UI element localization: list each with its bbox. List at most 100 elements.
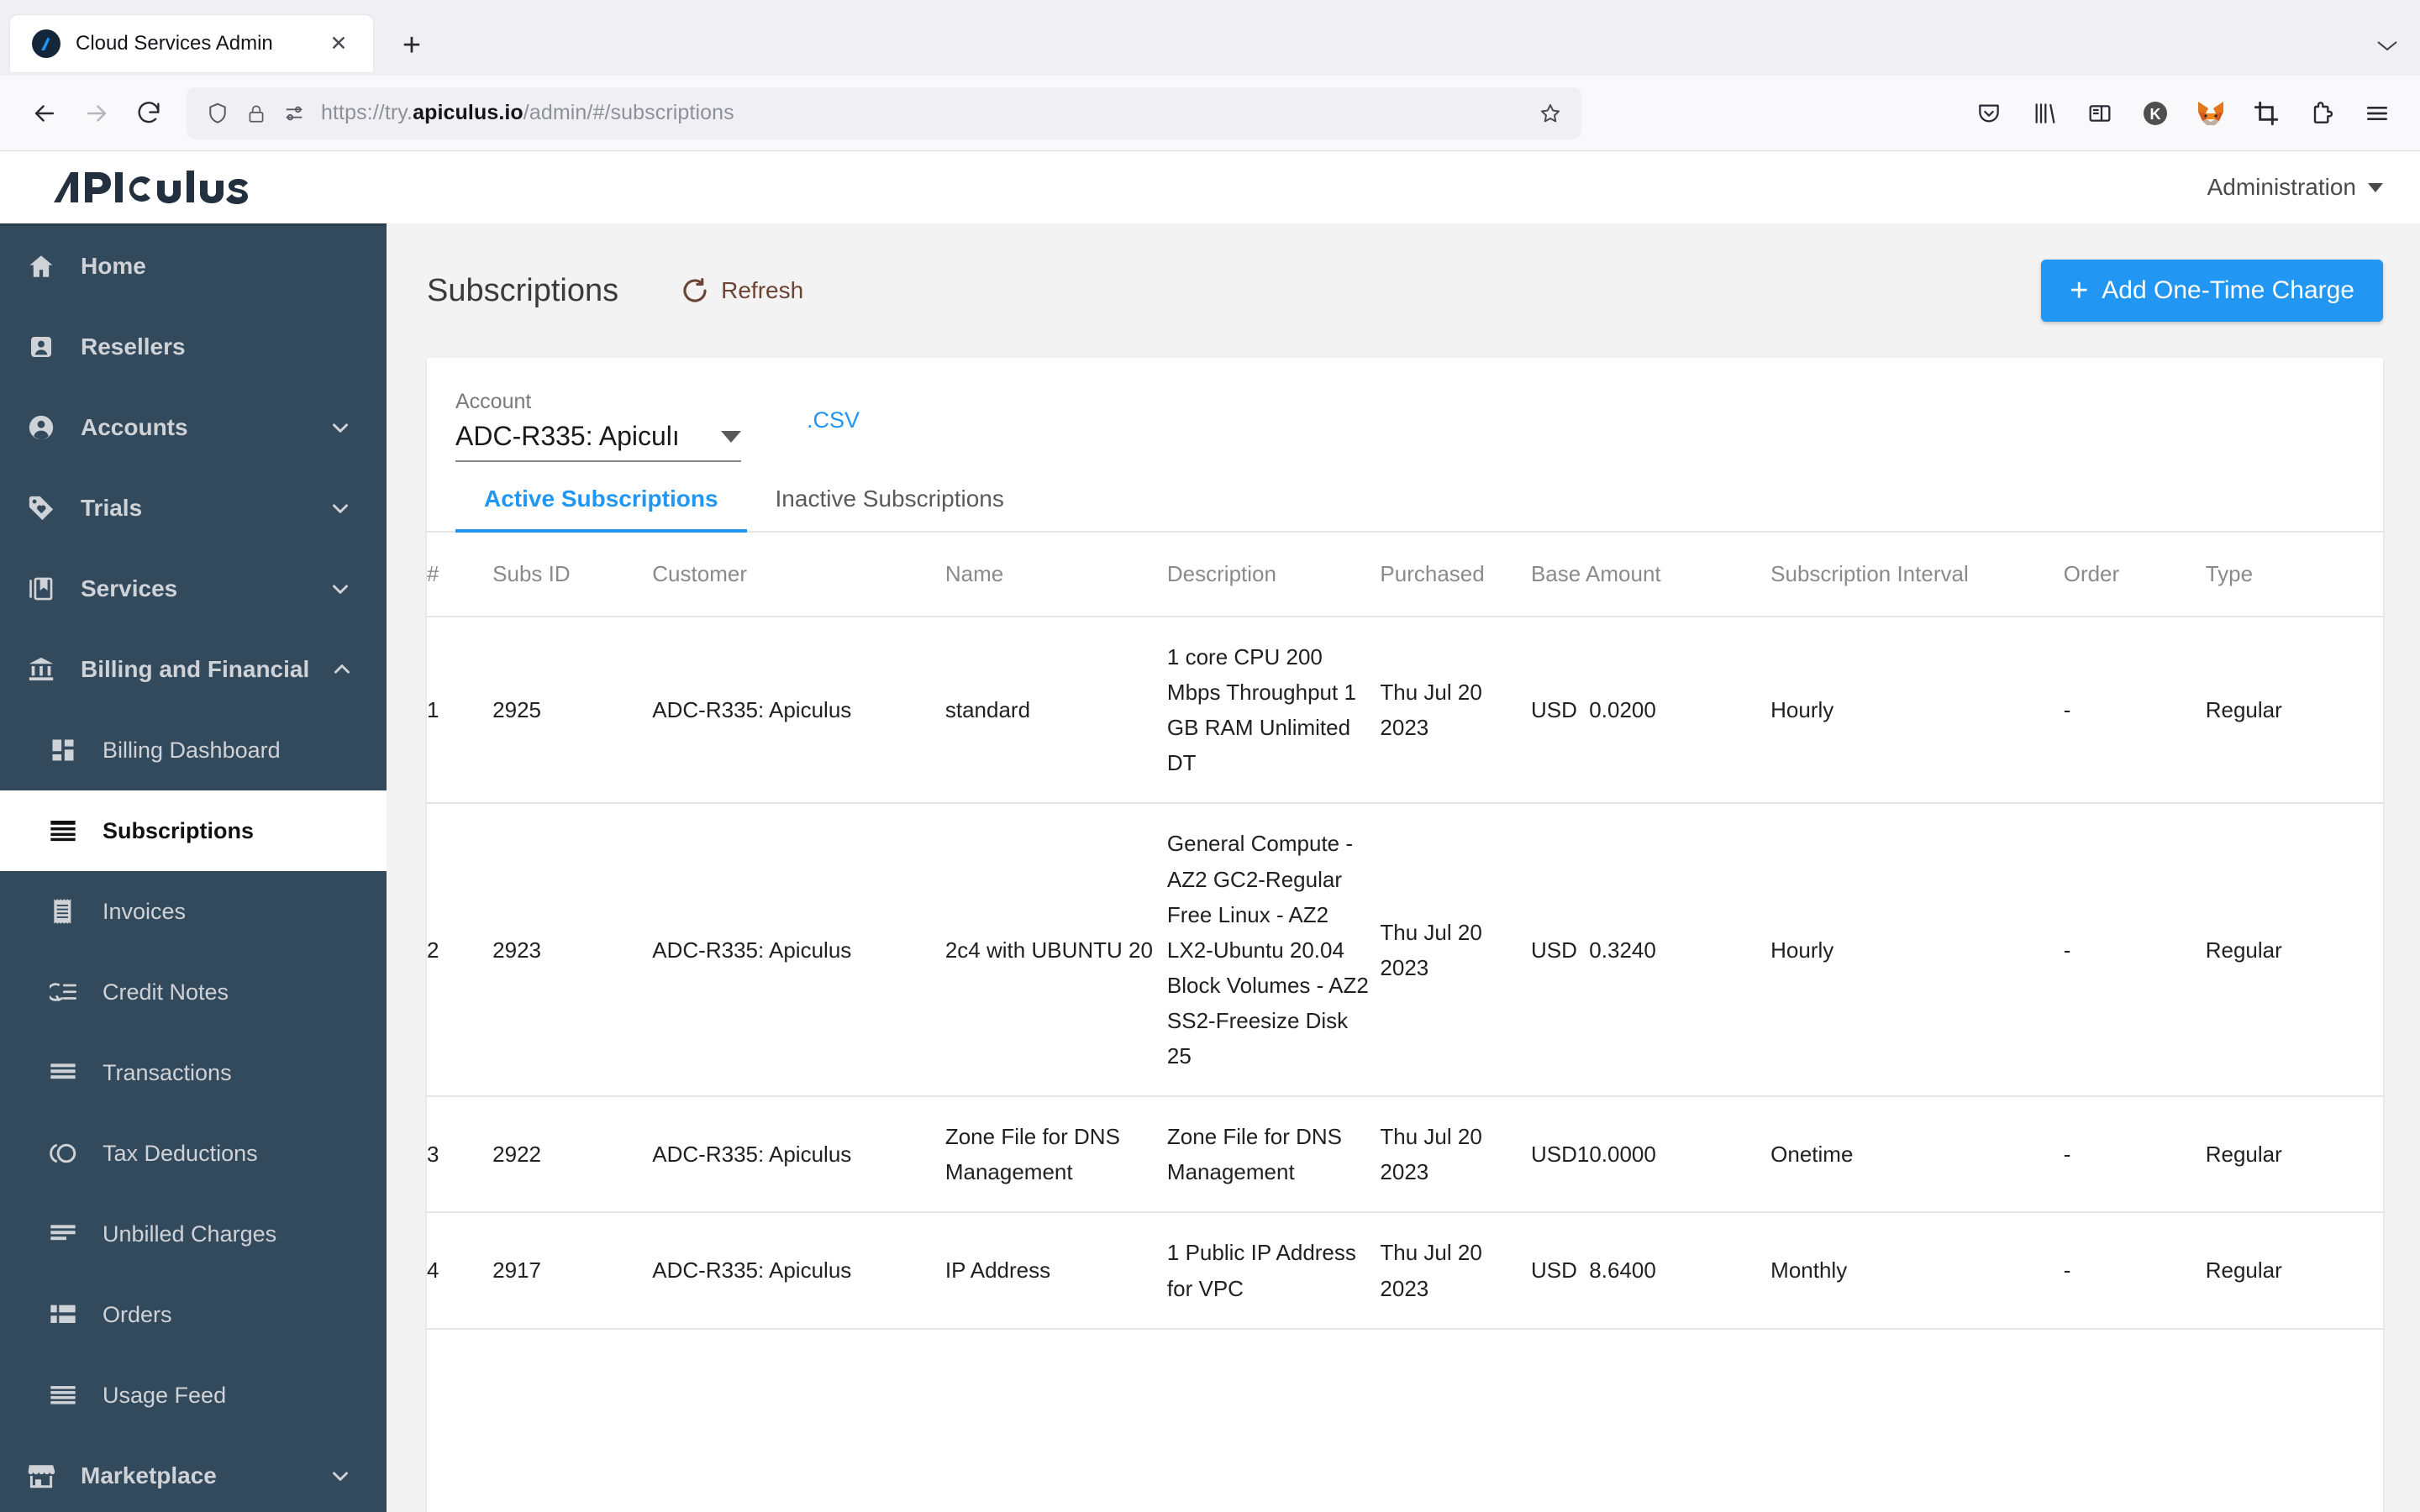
reload-icon[interactable]	[123, 87, 175, 139]
refresh-icon	[681, 276, 709, 305]
sidebar-item-unbilled-charges[interactable]: Unbilled Charges	[0, 1194, 387, 1274]
refresh-label: Refresh	[721, 277, 803, 304]
list-icon	[44, 819, 82, 843]
resellers-icon	[22, 333, 60, 360]
table-row[interactable]: 32922ADC-R335: ApiculusZone File for DNS…	[427, 1096, 2383, 1212]
dashboard-icon	[44, 738, 82, 763]
cell-name: IP Address	[945, 1212, 1167, 1328]
tab-active-subscriptions[interactable]: Active Subscriptions	[455, 486, 747, 531]
keeper-extension-icon[interactable]: K	[2131, 89, 2180, 138]
tab-title: Cloud Services Admin	[76, 32, 308, 55]
sidebar-item-transactions[interactable]: Transactions	[0, 1032, 387, 1113]
app-header: Administration	[0, 151, 2420, 223]
sidebar-item-tax-deductions[interactable]: Tax Deductions	[0, 1113, 387, 1194]
app-menu-icon[interactable]	[2353, 89, 2402, 138]
app-body: HomeResellersAccountsTrialsServices Billi…	[0, 223, 2420, 1512]
url-scheme: https://try.	[321, 101, 413, 124]
sidebar-item-label: Transactions	[103, 1060, 353, 1086]
sidebar-item-label: Orders	[103, 1302, 353, 1328]
invoice-icon	[44, 898, 82, 925]
sidebar-item-label: Invoices	[103, 899, 353, 925]
column-header: Base Amount	[1531, 533, 1770, 617]
cell-num: 1	[427, 617, 492, 803]
cell-order: -	[2064, 1212, 2206, 1328]
administration-menu[interactable]: Administration	[2207, 174, 2383, 201]
apiculus-brand-logo[interactable]	[47, 169, 299, 206]
column-header: Subscription Interval	[1770, 533, 2064, 617]
cell-customer: ADC-R335: Apiculus	[652, 803, 945, 1096]
add-one-time-charge-button[interactable]: + Add One-Time Charge	[2041, 260, 2383, 322]
sidebar-item-invoices[interactable]: Invoices	[0, 871, 387, 952]
new-tab-button[interactable]: +	[388, 22, 435, 69]
back-icon[interactable]	[18, 87, 71, 139]
cell-name: standard	[945, 617, 1167, 803]
sidebar-item-label: Subscriptions	[103, 818, 353, 844]
list-all-tabs-icon[interactable]	[2376, 35, 2398, 57]
svg-text:K: K	[2150, 106, 2161, 123]
sidebar-icon[interactable]	[2075, 89, 2124, 138]
sidebar-item-billing-and-financial[interactable]: Billing and Financial	[0, 629, 387, 710]
usage-feed-icon	[44, 1384, 82, 1406]
sidebar-item-credit-notes[interactable]: Credit Notes	[0, 952, 387, 1032]
extension-toolbar: K	[1965, 89, 2402, 138]
bank-icon	[22, 655, 60, 684]
tab-inactive-subscriptions[interactable]: Inactive Subscriptions	[747, 486, 1033, 531]
cell-base-amount: USD 0.3240	[1531, 803, 1770, 1096]
bookmark-star-icon[interactable]	[1538, 101, 1563, 126]
library-icon[interactable]	[2020, 89, 2069, 138]
subscriptions-card: Account ADC-R335: Apiculı .CSV Active Su…	[427, 358, 2383, 1512]
cell-interval: Onetime	[1770, 1096, 2064, 1212]
sidebar-item-label: Billing and Financial	[81, 656, 309, 683]
chevron-down-icon[interactable]	[328, 576, 353, 601]
sidebar-item-accounts[interactable]: Accounts	[0, 387, 387, 468]
subscription-tabs: Active SubscriptionsInactive Subscriptio…	[427, 462, 2383, 533]
shield-icon[interactable]	[205, 101, 230, 126]
sidebar-item-usage-feed[interactable]: Usage Feed	[0, 1355, 387, 1436]
add-one-time-charge-label: Add One-Time Charge	[2102, 276, 2354, 305]
url-text[interactable]: https://try.apiculus.io/admin/#/subscrip…	[321, 101, 1523, 125]
forward-icon[interactable]	[71, 87, 123, 139]
sidebar-item-home[interactable]: Home	[0, 226, 387, 307]
cell-purchased: Thu Jul 20 2023	[1380, 617, 1531, 803]
cell-description: 1 Public IP Address for VPC	[1167, 1212, 1381, 1328]
orders-icon	[44, 1303, 82, 1326]
table-row[interactable]: 22923ADC-R335: Apiculus2c4 with UBUNTU 2…	[427, 803, 2383, 1096]
metamask-extension-icon[interactable]	[2186, 89, 2235, 138]
extensions-puzzle-icon[interactable]	[2297, 89, 2346, 138]
home-icon	[22, 252, 60, 281]
refresh-button[interactable]: Refresh	[681, 276, 803, 305]
sidebar-item-resellers[interactable]: Resellers	[0, 307, 387, 387]
permissions-icon[interactable]	[282, 102, 306, 125]
sidebar-item-billing-dashboard[interactable]: Billing Dashboard	[0, 710, 387, 790]
table-row[interactable]: 42917ADC-R335: ApiculusIP Address1 Publi…	[427, 1212, 2383, 1328]
chevron-down-icon[interactable]	[328, 496, 353, 521]
address-bar[interactable]: https://try.apiculus.io/admin/#/subscrip…	[187, 87, 1581, 139]
account-select-control[interactable]: ADC-R335: Apiculı	[455, 421, 741, 462]
cell-type: Regular	[2206, 617, 2383, 803]
chevron-down-icon[interactable]	[328, 1463, 353, 1488]
lock-icon[interactable]	[245, 102, 267, 124]
account-select[interactable]: Account ADC-R335: Apiculı	[455, 390, 741, 462]
table-row[interactable]: 12925ADC-R335: Apiculusstandard1 core CP…	[427, 617, 2383, 803]
browser-tab[interactable]: Cloud Services Admin ✕	[10, 15, 373, 72]
csv-export-link[interactable]: .CSV	[807, 407, 860, 433]
close-icon[interactable]: ✕	[323, 28, 355, 60]
sidebar-item-services[interactable]: Services	[0, 549, 387, 629]
sidebar-item-subscriptions[interactable]: Subscriptions	[0, 790, 387, 871]
cell-description: 1 core CPU 200 Mbps Throughput 1 GB RAM …	[1167, 617, 1381, 803]
pocket-save-icon[interactable]	[1965, 89, 2013, 138]
unbilled-icon	[44, 1223, 82, 1245]
cell-num: 4	[427, 1212, 492, 1328]
cell-order: -	[2064, 1096, 2206, 1212]
cell-purchased: Thu Jul 20 2023	[1380, 803, 1531, 1096]
chevron-down-icon[interactable]	[328, 415, 353, 440]
tab-strip: Cloud Services Admin ✕ +	[0, 0, 2420, 76]
cell-name: 2c4 with UBUNTU 20	[945, 803, 1167, 1096]
sidebar-item-trials[interactable]: Trials	[0, 468, 387, 549]
chevron-up-icon[interactable]	[329, 657, 355, 682]
column-header: Order	[2064, 533, 2206, 617]
sidebar-item-marketplace[interactable]: Marketplace	[0, 1436, 387, 1512]
sidebar-item-label: Credit Notes	[103, 979, 353, 1005]
sidebar-item-orders[interactable]: Orders	[0, 1274, 387, 1355]
screenshot-crop-icon[interactable]	[2242, 89, 2291, 138]
